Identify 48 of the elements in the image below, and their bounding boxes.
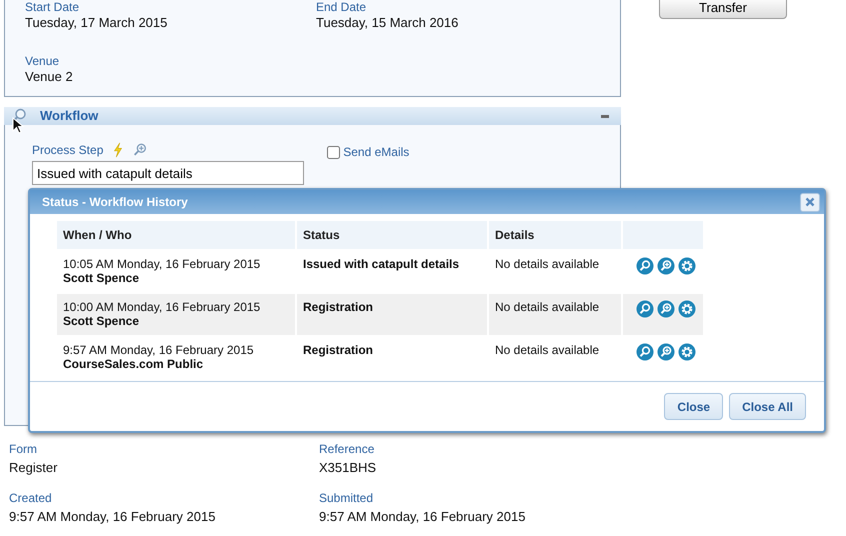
field-value: Tuesday, 17 March 2015: [25, 14, 168, 31]
field-label: Process Step: [32, 143, 104, 157]
checkbox[interactable]: [327, 146, 340, 158]
field-value: Tuesday, 15 March 2016: [316, 14, 460, 31]
column-header: When / Who: [57, 221, 295, 249]
zoom-in-icon[interactable]: [132, 142, 148, 158]
table-cell-text: No details available: [494, 342, 600, 359]
user-name: Scott Spence: [63, 314, 140, 328]
table-cell: No details available: [489, 294, 621, 335]
user-name: CourseSales.com Public: [63, 357, 204, 371]
dialog-button[interactable]: Close All: [729, 393, 806, 420]
process-step-field[interactable]: Issued with catapult details: [32, 161, 304, 186]
section-title: Workflow: [40, 107, 98, 126]
dialog-button[interactable]: Close: [664, 393, 724, 420]
field-label: Created: [9, 491, 53, 505]
settings-icon[interactable]: [678, 343, 696, 361]
field-label: Reference: [319, 442, 376, 456]
settings-icon[interactable]: [678, 257, 696, 275]
timestamp: 10:05 AM Monday, 16 February 2015: [63, 257, 262, 271]
field-label: End Date: [316, 0, 368, 14]
field-label: Venue: [25, 54, 60, 68]
table-cell: Registration: [297, 294, 487, 335]
close-button[interactable]: [800, 192, 820, 212]
checkbox-label[interactable]: Send eMails: [343, 143, 410, 161]
column-header: Details: [489, 221, 621, 249]
zoom-in-icon[interactable]: [656, 257, 675, 275]
field-value: Venue 2: [25, 68, 74, 86]
field-value: X351BHS: [319, 459, 378, 476]
field-label: Start Date: [25, 0, 80, 14]
field-value: 9:57 AM Monday, 16 February 2015: [319, 508, 526, 525]
close-icon: [805, 197, 815, 207]
table-cell-text: Issued with catapult details: [302, 256, 460, 273]
dialog-title: Status - Workflow History: [42, 194, 188, 211]
table-cell-text: Registration: [302, 342, 374, 359]
collapse-icon[interactable]: [601, 114, 609, 118]
zoom-in-icon[interactable]: [656, 343, 675, 361]
settings-icon[interactable]: [678, 300, 696, 318]
zoom-in-icon[interactable]: [656, 300, 675, 318]
field-label: Form: [9, 442, 38, 456]
user-name: Scott Spence: [63, 271, 140, 285]
field-value: 9:57 AM Monday, 16 February 2015: [9, 508, 216, 525]
column-header: Status: [297, 221, 487, 249]
table-cell-text: No details available: [494, 256, 600, 273]
field-value: Register: [9, 459, 58, 476]
field-label: Submitted: [319, 491, 374, 505]
transfer-button[interactable]: Transfer: [659, 0, 787, 19]
timestamp: 10:00 AM Monday, 16 February 2015: [63, 300, 262, 314]
timestamp: 9:57 AM Monday, 16 February 2015: [63, 343, 255, 357]
